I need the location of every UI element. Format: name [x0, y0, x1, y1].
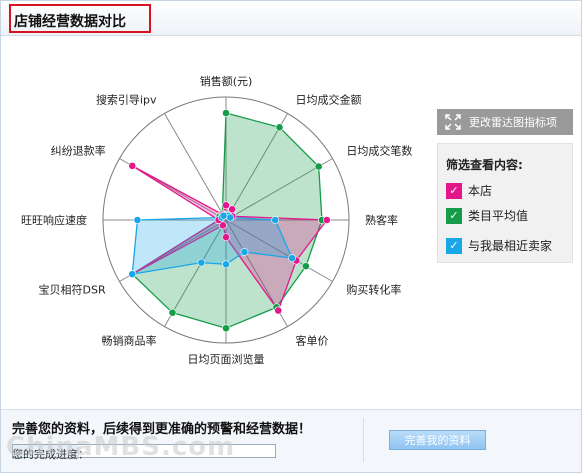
radar-axis-label: 搜索引导ipv: [96, 93, 157, 107]
title-highlight-box: 店铺经营数据对比: [9, 4, 151, 33]
radar-data-point: [314, 162, 323, 171]
radar-data-point: [197, 258, 206, 267]
checkbox-checked-icon[interactable]: ✓: [446, 237, 462, 254]
radar-axis-label: 熟客率: [365, 213, 398, 227]
radar-axis-label: 纠纷退款率: [51, 144, 106, 158]
radar-data-point: [275, 123, 284, 132]
radar-data-point: [322, 216, 331, 224]
filter-label: 与我最相近卖家: [468, 239, 553, 253]
radar-axis-label: 宝贝相符DSR: [39, 283, 106, 297]
radar-axis-label: 日均页面浏览量: [188, 352, 265, 366]
page-title: 店铺经营数据对比: [14, 14, 126, 30]
complete-profile-button[interactable]: 完善我的资料: [389, 430, 486, 450]
header-bar: 店铺经营数据对比: [1, 1, 581, 36]
checkbox-checked-icon[interactable]: ✓: [446, 207, 462, 224]
radar-data-point: [128, 270, 137, 279]
radar-data-point: [133, 216, 142, 224]
change-radar-metrics-button[interactable]: 更改雷达图指标项: [437, 109, 573, 135]
radar-axis-label: 旺旺响应速度: [21, 213, 87, 227]
radar-data-point: [222, 109, 230, 117]
filter-panel: 筛选查看内容: ✓ 本店 ✓ 类目平均值 ✓ 与我最相近卖家: [437, 143, 573, 263]
watermark: ChinaMBS.com: [6, 432, 236, 462]
filter-title: 筛选查看内容:: [446, 158, 523, 172]
radar-data-point: [219, 211, 228, 220]
filter-item-this-store[interactable]: ✓ 本店: [446, 182, 492, 199]
radar-chart: 销售额(元) 日均成交金额日均成交笔数熟客率购买转化率客单价日均页面浏览量 畅销商品…: [21, 74, 412, 366]
radar-data-point: [226, 213, 235, 222]
radar-data-point: [128, 161, 137, 170]
expand-icon: [445, 114, 461, 130]
radar-axis-label: 销售额(元): [200, 74, 253, 88]
radar-data-point: [222, 201, 230, 210]
radar-data-point: [240, 248, 249, 256]
radar-axis-label: 客单价: [296, 333, 329, 347]
radar-data-point: [168, 308, 177, 317]
radar-data-point: [222, 233, 230, 242]
change-radar-metrics-label: 更改雷达图指标项: [469, 116, 557, 129]
radar-data-point: [274, 306, 283, 315]
radar-data-point: [301, 262, 310, 271]
checkbox-checked-icon[interactable]: ✓: [446, 182, 462, 199]
radar-axis-label: 日均成交笔数: [346, 144, 412, 158]
filter-label: 本店: [468, 184, 493, 198]
filter-item-category-average[interactable]: ✓ 类目平均值: [446, 207, 528, 224]
radar-data-point: [271, 216, 280, 224]
divider: [363, 418, 364, 462]
radar-data-point: [222, 324, 230, 333]
filter-item-nearest-seller[interactable]: ✓ 与我最相近卖家: [446, 237, 552, 254]
radar-axis-label: 购买转化率: [346, 283, 401, 297]
radar-data-point: [288, 254, 296, 263]
radar-axis-label: 日均成交金额: [296, 93, 362, 107]
radar-axis-label: 畅销商品率: [102, 333, 157, 347]
filter-label: 类目平均值: [468, 209, 529, 223]
radar-data-point: [228, 205, 237, 214]
radar-data-point: [222, 260, 230, 269]
